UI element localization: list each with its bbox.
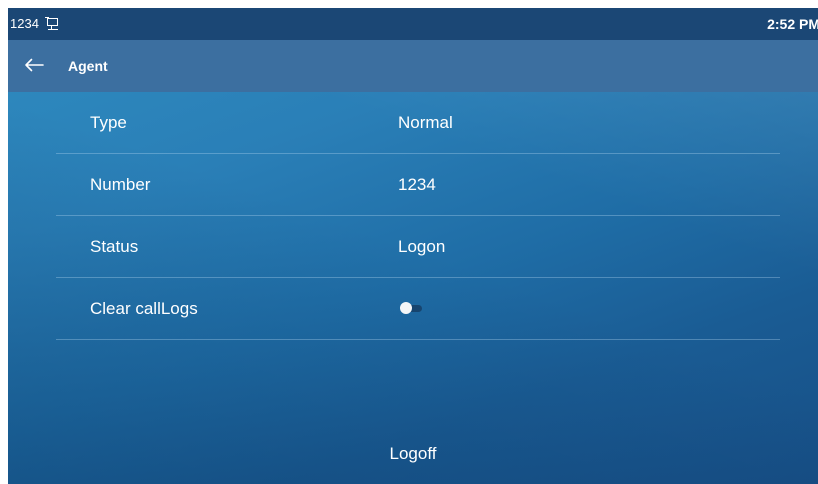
clock: 2:52 PM (767, 16, 818, 32)
list-item-clear-calllogs[interactable]: Clear callLogs (56, 278, 780, 340)
logoff-button[interactable]: Logoff (8, 430, 818, 478)
agent-info-list: Type Normal Number 1234 Status Logon Cle… (56, 92, 780, 340)
status-left: 1234 (10, 16, 61, 31)
row-value: Logon (398, 237, 446, 256)
arrow-left-icon (25, 58, 44, 72)
list-item-number[interactable]: Number 1234 (56, 154, 780, 216)
back-button[interactable] (18, 52, 50, 78)
list-item-status[interactable]: Status Logon (56, 216, 780, 278)
clear-calllogs-toggle[interactable] (400, 300, 426, 316)
row-value: 1234 (398, 175, 436, 194)
phone-screen: 1234 2:52 PM Agent Type Normal Number 12… (8, 8, 818, 484)
desk-phone-icon (44, 16, 61, 31)
list-item-type[interactable]: Type Normal (56, 92, 780, 154)
title-bar: Agent (8, 40, 818, 92)
row-label: Status (90, 237, 139, 256)
page-title: Agent (68, 58, 108, 74)
row-label: Type (90, 113, 127, 132)
account-number: 1234 (10, 16, 39, 31)
toggle-thumb (400, 302, 412, 314)
status-bar: 1234 2:52 PM (8, 8, 818, 40)
row-value: Normal (398, 113, 453, 132)
row-label: Clear callLogs (90, 299, 198, 318)
row-label: Number (90, 175, 151, 194)
